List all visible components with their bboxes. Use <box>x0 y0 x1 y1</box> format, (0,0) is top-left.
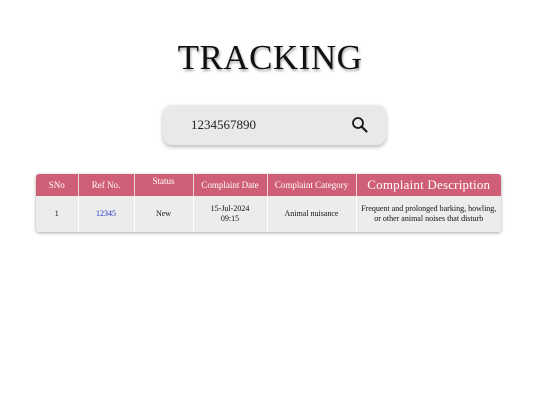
column-header-complaint-date: Complaint Date <box>193 174 268 196</box>
column-header-sno: SNo <box>36 174 79 196</box>
column-header-complaint-description: Complaint Description <box>356 174 501 196</box>
cell-complaint-description: Frequent and prolonged barking, howling,… <box>356 196 501 232</box>
search-icon <box>352 117 368 133</box>
ref-no-link[interactable]: 12345 <box>96 209 116 218</box>
page-title: TRACKING <box>177 38 363 77</box>
table-header-row: SNo Ref No. Status Complaint Date Compla… <box>36 174 501 196</box>
column-header-complaint-category: Complaint Category <box>267 174 357 196</box>
complaints-table: SNo Ref No. Status Complaint Date Compla… <box>36 174 501 232</box>
cell-complaint-category: Animal nuisance <box>267 196 357 232</box>
table-row: 1 12345 New 15-Jul-2024 09:15 Animal nui… <box>36 196 501 232</box>
cell-status: New <box>134 196 194 232</box>
complaint-time: 09:15 <box>220 214 240 223</box>
cell-ref-no: 12345 <box>78 196 135 232</box>
search-input[interactable] <box>191 114 331 136</box>
search-button[interactable] <box>350 115 370 135</box>
cell-sno: 1 <box>36 196 79 232</box>
column-header-ref-no: Ref No. <box>78 174 135 196</box>
complaint-date: 15-Jul-2024 <box>210 204 250 213</box>
search-box <box>163 105 386 145</box>
column-header-status: Status <box>134 174 194 196</box>
cell-complaint-date: 15-Jul-2024 09:15 <box>193 196 268 232</box>
